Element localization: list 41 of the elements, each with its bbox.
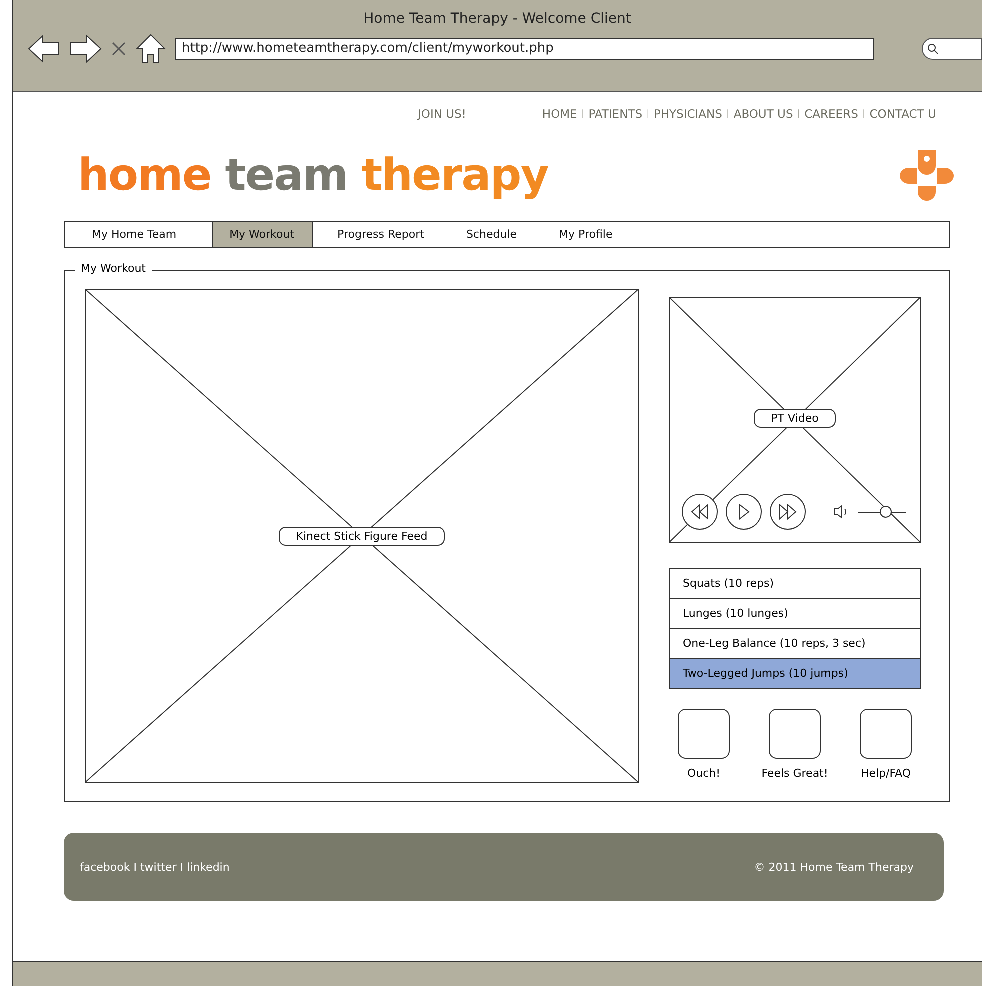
volume-thumb[interactable] [880,506,892,518]
nav-link[interactable]: CONTACT U [870,107,936,123]
social-links[interactable]: facebook I twitter I linkedin [80,860,230,874]
search-icon [927,43,939,55]
separator: I [797,107,801,123]
feedback-label: Help/FAQ [860,767,912,780]
window-title: Home Team Therapy - Welcome Client [364,11,632,27]
back-icon[interactable] [27,34,61,64]
feedback-label: Feels Great! [762,767,828,780]
feedback-button[interactable] [860,709,912,759]
feedback-button[interactable] [769,709,821,759]
exercise-item[interactable]: Two-Legged Jumps (10 jumps) [670,658,920,688]
nav-link[interactable]: PHYSICIANS [654,107,722,123]
tab[interactable]: My Workout [212,222,313,247]
feedback-button[interactable] [678,709,730,759]
play-button[interactable] [726,494,762,530]
forward-icon[interactable] [69,34,103,64]
nav-link[interactable]: PATIENTS [588,107,643,123]
close-icon[interactable] [111,41,127,57]
rewind-button[interactable] [682,494,718,530]
fast-forward-icon [778,504,798,520]
fast-forward-button[interactable] [770,494,806,530]
feedback-label: Ouch! [687,767,721,780]
play-icon [737,504,751,520]
separator: I [862,107,866,123]
search-field[interactable] [922,38,982,60]
rewind-icon [690,504,710,520]
join-link[interactable]: JOIN US! [418,107,466,123]
panel-title: My Workout [75,262,152,275]
logo: home team therapy [78,150,550,200]
separator: I [581,107,585,123]
nav-link[interactable]: ABOUT US [734,107,794,123]
home-icon[interactable] [135,33,167,65]
video-label: PT Video [754,408,836,428]
copyright: © 2011 Home Team Therapy [754,860,914,874]
nav-link[interactable]: CAREERS [804,107,858,123]
separator: I [726,107,730,123]
nav-link[interactable]: HOME [542,107,578,123]
address-field[interactable]: http://www.hometeamtherapy.com/client/myworkout.php [175,38,874,60]
feed-label: Kinect Stick Figure Feed [279,526,445,546]
separator: I [646,107,650,123]
